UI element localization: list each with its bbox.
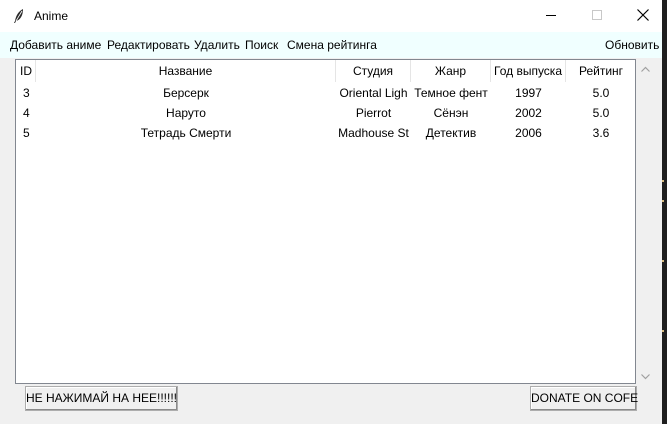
background-dot — [662, 200, 664, 202]
cell-id: 5 — [23, 126, 30, 140]
column-header-genre[interactable]: Жанр — [411, 60, 491, 82]
cell-rating: 5.0 — [592, 86, 610, 100]
table-row[interactable]: 5 Тетрадь Смерти Madhouse St Детектив 20… — [16, 123, 635, 143]
cell-year: 1997 — [515, 86, 542, 100]
window-title: Anime — [34, 9, 69, 23]
scroll-down-icon[interactable] — [641, 370, 650, 380]
column-header-year[interactable]: Год выпуска — [491, 60, 566, 82]
menu-search[interactable]: Поиск — [245, 38, 278, 52]
maximize-icon — [592, 9, 602, 23]
donate-button[interactable]: DONATE ON COFE — [530, 386, 638, 411]
minimize-icon — [546, 9, 556, 23]
background-edge — [662, 0, 667, 424]
do-not-press-button[interactable]: НЕ НАЖИМАЙ НА НЕЕ!!!!!! — [25, 386, 178, 411]
cell-title: Тетрадь Смерти — [140, 126, 232, 140]
cell-rating: 5.0 — [592, 106, 610, 120]
cell-genre: Сёнэн — [433, 106, 469, 120]
menu-bar: Добавить аниме Редактировать Удалить Пои… — [0, 32, 662, 58]
cell-year: 2002 — [515, 106, 542, 120]
cell-title: Наруто — [166, 106, 206, 120]
cell-genre: Детектив — [425, 126, 477, 140]
anime-table[interactable]: ID Название Студия Жанр Год выпуска Рейт… — [15, 59, 636, 384]
cell-studio: Madhouse St — [338, 126, 409, 140]
cell-id: 3 — [23, 86, 30, 100]
menu-change-rating[interactable]: Смена рейтинга — [287, 38, 377, 52]
menu-edit[interactable]: Редактировать — [107, 38, 190, 52]
app-window: Anime Добавить аниме Редактировать Удали… — [0, 0, 662, 424]
cell-rating: 3.6 — [592, 126, 610, 140]
vertical-scrollbar[interactable] — [637, 59, 654, 384]
close-icon — [637, 8, 649, 24]
minimize-button[interactable] — [528, 0, 574, 32]
scroll-up-icon[interactable] — [641, 63, 650, 72]
column-header-rating[interactable]: Рейтинг — [566, 60, 636, 82]
menu-refresh[interactable]: Обновить — [605, 38, 659, 52]
cell-title: Берсерк — [163, 86, 209, 100]
title-bar[interactable]: Anime — [0, 0, 662, 32]
maximize-button[interactable] — [574, 0, 620, 32]
background-dot — [662, 180, 664, 182]
column-header-studio[interactable]: Студия — [336, 60, 411, 82]
menu-add-anime[interactable]: Добавить аниме — [10, 38, 101, 52]
close-button[interactable] — [620, 0, 666, 32]
menu-delete[interactable]: Удалить — [194, 38, 240, 52]
column-header-title[interactable]: Название — [36, 60, 336, 82]
cell-id: 4 — [23, 106, 30, 120]
cell-genre: Темное фент — [414, 86, 488, 100]
feather-icon — [13, 8, 25, 24]
cell-year: 2006 — [515, 126, 542, 140]
table-row[interactable]: 3 Берсерк Oriental Ligh Темное фент 1997… — [16, 83, 635, 103]
cell-studio: Oriental Ligh — [339, 86, 408, 100]
table-header: ID Название Студия Жанр Год выпуска Рейт… — [16, 60, 635, 82]
background-dot — [662, 260, 664, 262]
background-dot — [662, 330, 664, 332]
table-row[interactable]: 4 Наруто Pierrot Сёнэн 2002 5.0 — [16, 103, 635, 123]
cell-studio: Pierrot — [355, 106, 392, 120]
column-header-id[interactable]: ID — [16, 60, 36, 82]
